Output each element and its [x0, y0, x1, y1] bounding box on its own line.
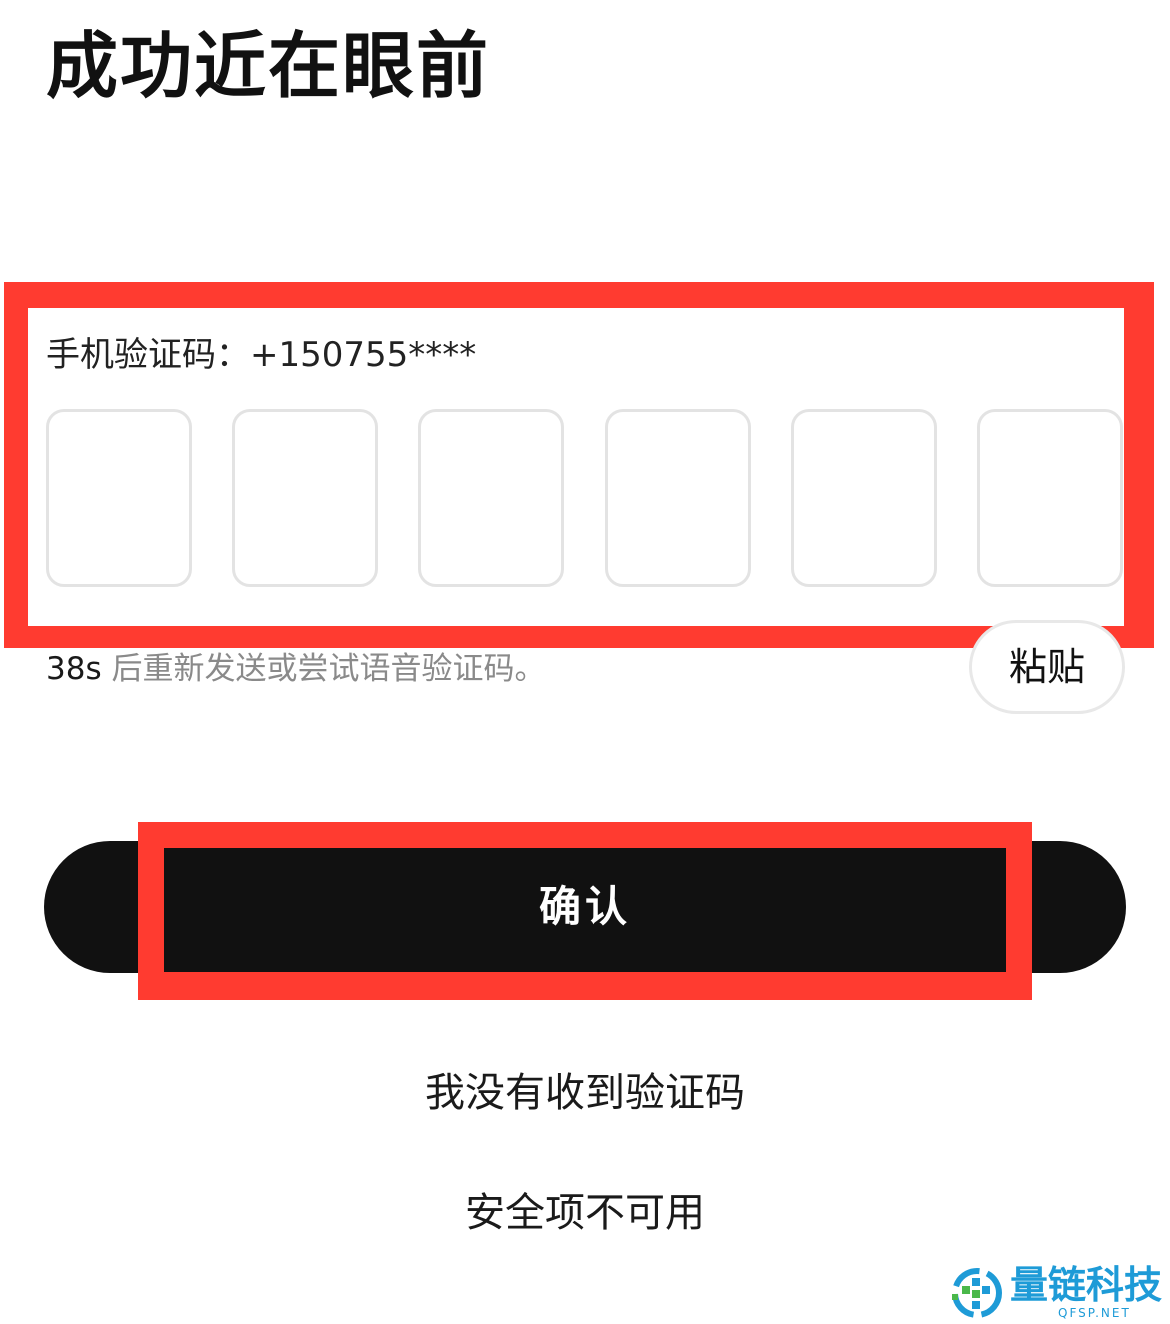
- watermark-logo-icon: [952, 1268, 1002, 1318]
- watermark: 量链科技 QFSP.NET: [948, 1260, 1170, 1324]
- resend-countdown: 38s: [46, 651, 102, 687]
- otp-label: 手机验证码：+150755****: [46, 335, 477, 375]
- paste-button[interactable]: 粘贴: [969, 620, 1125, 714]
- otp-digit-1[interactable]: [46, 409, 192, 587]
- no-code-link[interactable]: 我没有收到验证码: [0, 1063, 1170, 1123]
- otp-digit-6[interactable]: [977, 409, 1123, 587]
- otp-digit-3[interactable]: [418, 409, 564, 587]
- page-title: 成功近在眼前: [46, 24, 491, 108]
- resend-hint: 38s 后重新发送或尝试语音验证码。: [46, 646, 545, 692]
- otp-digit-2[interactable]: [232, 409, 378, 587]
- confirm-button-label: 确认: [538, 882, 631, 931]
- security-unavailable-link[interactable]: 安全项不可用: [0, 1183, 1170, 1243]
- watermark-subtext: QFSP.NET: [1058, 1306, 1131, 1320]
- confirm-button[interactable]: 确认: [44, 841, 1126, 973]
- watermark-text: 量链科技: [1010, 1262, 1163, 1307]
- otp-digit-4[interactable]: [605, 409, 751, 587]
- resend-message[interactable]: 后重新发送或尝试语音验证码。: [102, 651, 545, 687]
- verification-page: 成功近在眼前 手机验证码：+150755**** 38s 后重新发送或尝试语音验…: [0, 0, 1170, 1324]
- otp-digit-5[interactable]: [791, 409, 937, 587]
